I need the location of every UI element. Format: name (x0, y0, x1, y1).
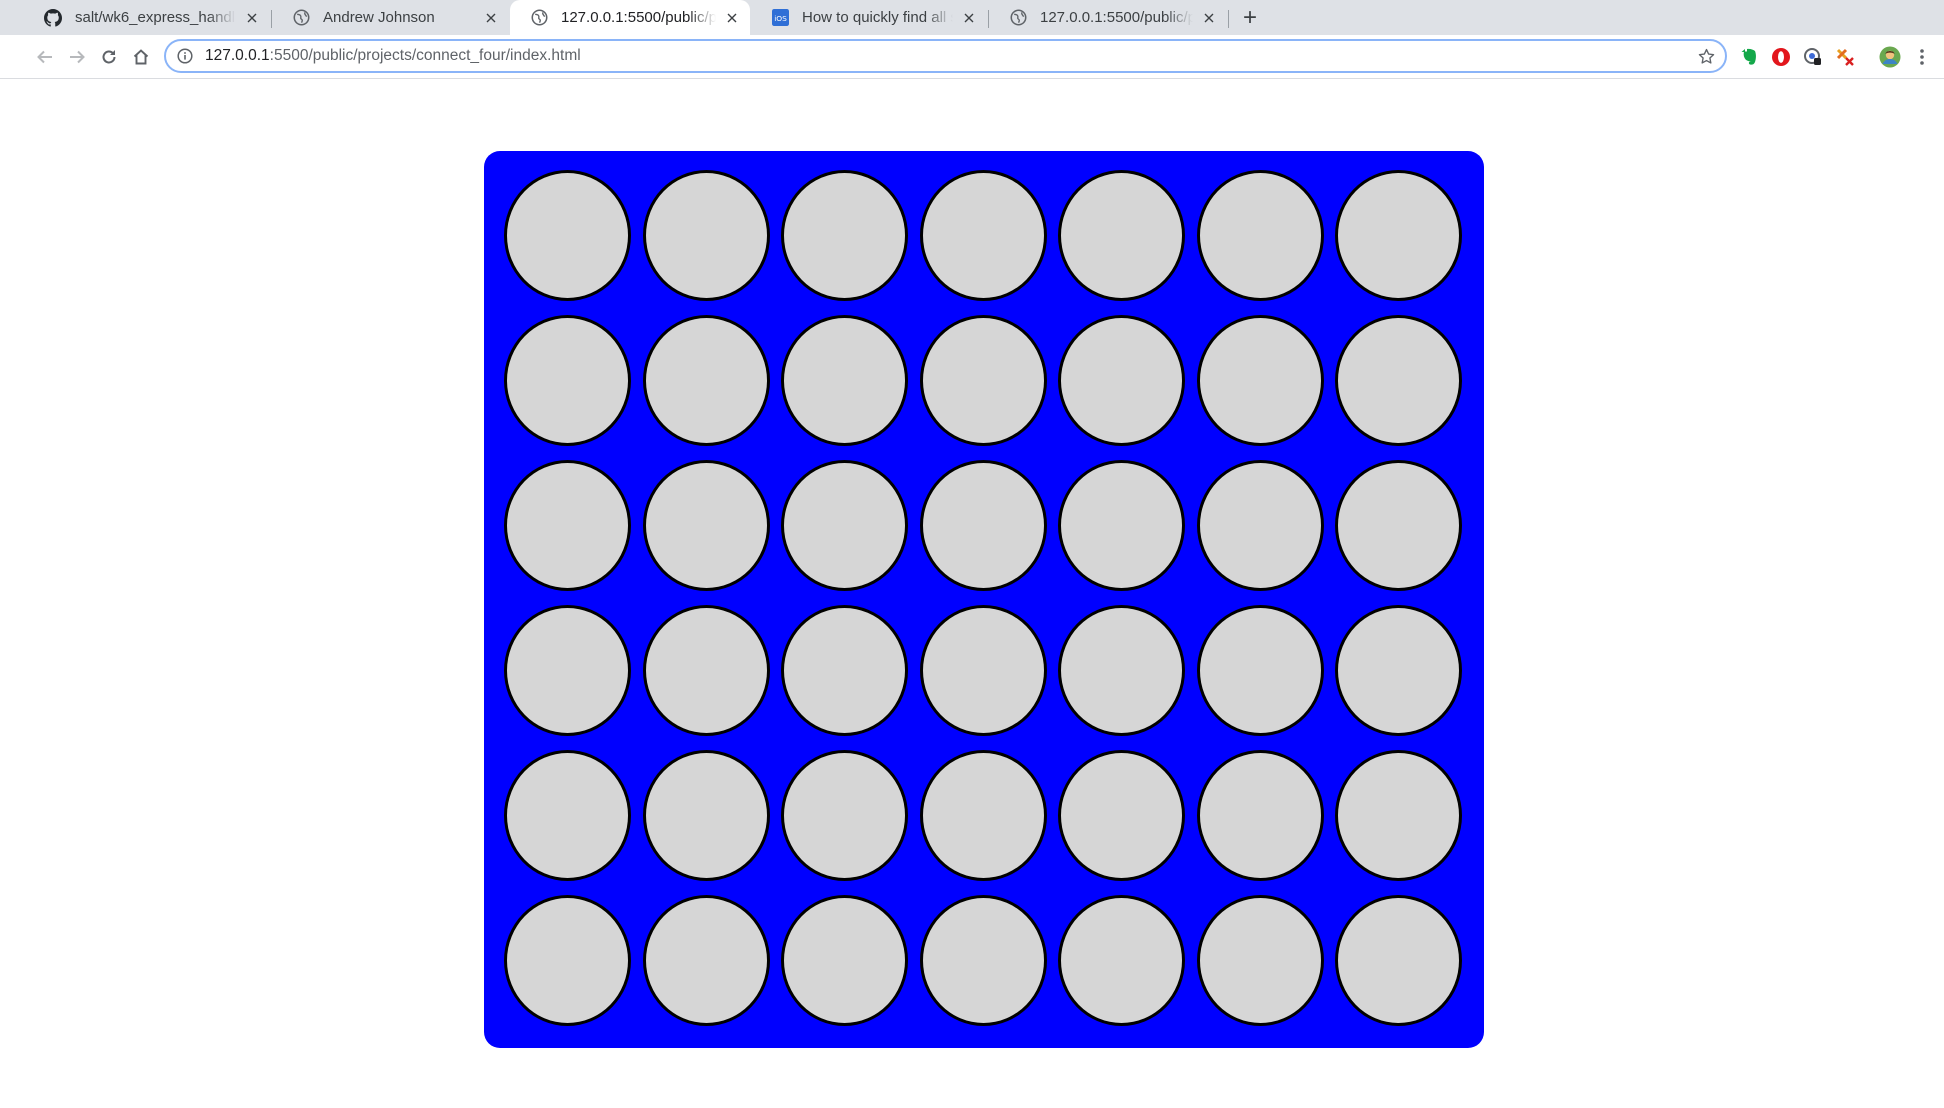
globe-icon (529, 8, 549, 28)
close-icon[interactable] (1199, 8, 1219, 28)
reload-button[interactable] (95, 43, 123, 71)
board-slot-empty[interactable] (781, 605, 908, 736)
board-slot-empty[interactable] (1196, 460, 1324, 591)
browser-toolbar: 127.0.0.1:5500/public/projects/connect_f… (0, 35, 1944, 79)
board-slot-empty[interactable] (781, 750, 908, 881)
board-slot-empty[interactable] (1335, 895, 1462, 1026)
board-slot-empty[interactable] (919, 750, 1047, 881)
board-slot-empty[interactable] (1058, 750, 1185, 881)
board-slot-empty[interactable] (1058, 895, 1185, 1026)
privacy-extension-icon[interactable] (1802, 46, 1824, 68)
close-icon[interactable] (481, 8, 501, 28)
plus-icon: + (1242, 4, 1257, 31)
board-slot-empty[interactable] (781, 315, 908, 446)
board-slot-empty[interactable] (1335, 170, 1462, 301)
home-button[interactable] (127, 43, 155, 71)
ios-site-icon: iOS (770, 8, 790, 28)
github-icon (43, 8, 63, 28)
back-arrow-icon (37, 50, 52, 64)
board-slot-empty[interactable] (642, 460, 770, 591)
address-bar[interactable]: 127.0.0.1:5500/public/projects/connect_f… (164, 39, 1727, 73)
url-path: :5500/public/projects/connect_four/index… (269, 47, 581, 64)
new-tab-button[interactable]: + (1238, 6, 1262, 30)
board-slot-empty[interactable] (1058, 170, 1185, 301)
board-slot-empty[interactable] (1196, 605, 1324, 736)
board-slot-empty[interactable] (1058, 315, 1185, 446)
board-slot-empty[interactable] (504, 750, 631, 881)
page-viewport (0, 80, 1944, 1108)
globe-icon (291, 8, 311, 28)
board-slot-empty[interactable] (504, 315, 631, 446)
info-icon[interactable] (175, 46, 195, 66)
board-slot-empty[interactable] (919, 605, 1047, 736)
kebab-menu-icon (1920, 49, 1924, 65)
evernote-icon[interactable] (1738, 46, 1760, 68)
profile-avatar-icon[interactable] (1878, 45, 1902, 69)
board-slot-empty[interactable] (1196, 315, 1324, 446)
tab-connect-four-active[interactable]: 127.0.0.1:5500/public/projects/ (510, 0, 750, 35)
close-icon[interactable] (722, 8, 742, 28)
board-slot-empty[interactable] (919, 170, 1047, 301)
tab-andrew-johnson[interactable]: Andrew Johnson (272, 0, 509, 35)
board-slot-empty[interactable] (1335, 315, 1462, 446)
tab-connect-four-duplicate[interactable]: 127.0.0.1:5500/public/projects/ (989, 0, 1227, 35)
tab-title: How to quickly find all screensh (802, 9, 953, 26)
menu-button[interactable] (1908, 43, 1936, 71)
forward-arrow-icon (70, 50, 85, 64)
tab-strip: salt/wk6_express_handlebars a Andrew Joh… (0, 0, 1944, 35)
board-slot-empty[interactable] (642, 750, 770, 881)
reload-icon (102, 50, 116, 64)
board-slot-empty[interactable] (642, 605, 770, 736)
tab-title: 127.0.0.1:5500/public/projects/ (1040, 9, 1193, 26)
board-slot-empty[interactable] (781, 460, 908, 591)
board-slot-empty[interactable] (919, 315, 1047, 446)
board-slot-empty[interactable] (919, 895, 1047, 1026)
tab-title: salt/wk6_express_handlebars a (75, 9, 236, 26)
board-slot-empty[interactable] (919, 460, 1047, 591)
game-board (484, 151, 1484, 1048)
tab-title: 127.0.0.1:5500/public/projects/ (561, 9, 716, 26)
board-slot-empty[interactable] (504, 605, 631, 736)
svg-text:iOS: iOS (774, 14, 787, 23)
tab-github[interactable]: salt/wk6_express_handlebars a (24, 0, 270, 35)
home-icon (133, 49, 149, 65)
back-button[interactable] (31, 43, 59, 71)
tab-separator (1228, 10, 1229, 28)
close-icon[interactable] (242, 8, 262, 28)
board-slot-empty[interactable] (1196, 170, 1324, 301)
bookmark-star-icon[interactable] (1696, 46, 1716, 66)
board-slot-empty[interactable] (781, 170, 908, 301)
close-icon[interactable] (959, 8, 979, 28)
block-site-icon[interactable] (1834, 46, 1856, 68)
board-slot-empty[interactable] (1335, 750, 1462, 881)
board-slot-empty[interactable] (504, 170, 631, 301)
board-slot-empty[interactable] (1058, 460, 1185, 591)
tab-screenshots-article[interactable]: iOS How to quickly find all screensh (751, 0, 987, 35)
board-slot-empty[interactable] (781, 895, 908, 1026)
board-slot-empty[interactable] (1196, 750, 1324, 881)
opera-icon[interactable] (1770, 46, 1792, 68)
board-slot-empty[interactable] (1335, 605, 1462, 736)
board-slot-empty[interactable] (1335, 460, 1462, 591)
board-slot-empty[interactable] (642, 315, 770, 446)
url-host: 127.0.0.1 (205, 47, 270, 64)
tab-title: Andrew Johnson (323, 9, 435, 26)
board-slot-empty[interactable] (642, 895, 770, 1026)
board-slot-empty[interactable] (642, 170, 770, 301)
forward-button[interactable] (63, 43, 91, 71)
board-slot-empty[interactable] (504, 460, 631, 591)
board-slot-empty[interactable] (1196, 895, 1324, 1026)
board-slot-empty[interactable] (1058, 605, 1185, 736)
globe-icon (1008, 8, 1028, 28)
url-text[interactable]: 127.0.0.1:5500/public/projects/connect_f… (205, 47, 581, 65)
board-slot-empty[interactable] (504, 895, 631, 1026)
